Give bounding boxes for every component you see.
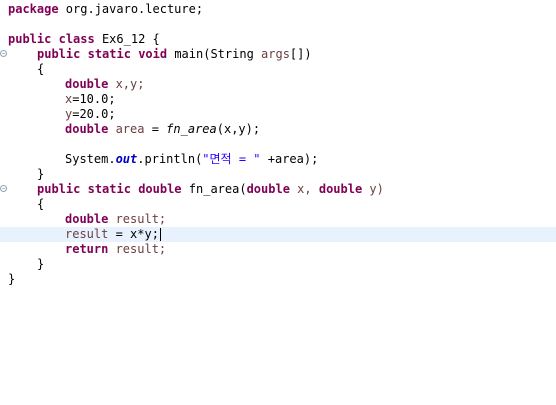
keyword: package: [8, 2, 59, 16]
code-line[interactable]: }: [0, 272, 556, 287]
keyword: double: [246, 182, 290, 196]
keyword: static: [87, 47, 131, 61]
code-text: org.javaro.lecture;: [58, 2, 204, 16]
code-text: }: [37, 167, 45, 181]
code-line[interactable]: {: [0, 197, 556, 212]
keyword: return: [65, 242, 109, 256]
code-text: {: [37, 197, 45, 211]
code-line[interactable]: y=20.0;: [0, 107, 556, 122]
local-variable: x,y;: [108, 77, 145, 91]
keyword: double: [65, 212, 109, 226]
code-line[interactable]: double x,y;: [0, 77, 556, 92]
code-line[interactable]: }: [0, 167, 556, 182]
code-text: =10.0;: [72, 92, 116, 106]
code-text: = x*y;: [108, 227, 159, 241]
code-text: }: [8, 272, 16, 286]
code-line[interactable]: }: [0, 257, 556, 272]
code-line[interactable]: x=10.0;: [0, 92, 556, 107]
keyword: class: [58, 32, 95, 46]
code-text: =: [144, 122, 167, 136]
method-call: fn_area: [166, 122, 217, 136]
code-line[interactable]: double area = fn_area(x,y);: [0, 122, 556, 137]
code-text: []): [289, 47, 312, 61]
string-literal: "면적 = ": [202, 152, 261, 166]
code-line[interactable]: public class Ex6_12 {: [0, 32, 556, 47]
keyword: double: [65, 77, 109, 91]
keyword: void: [138, 47, 168, 61]
keyword: double: [138, 182, 182, 196]
keyword: public: [37, 47, 81, 61]
code-text: {: [37, 62, 45, 76]
code-text: (x,y);: [216, 122, 261, 136]
code-text: }: [37, 257, 45, 271]
code-line[interactable]: public static void main(String args[]): [0, 47, 556, 62]
code-text: =20.0;: [72, 107, 116, 121]
current-code-line[interactable]: result = x*y;: [0, 227, 556, 242]
code-line[interactable]: public static double fn_area(double x, d…: [0, 182, 556, 197]
keyword: public: [8, 32, 52, 46]
code-text: fn_area(: [181, 182, 247, 196]
code-text: Ex6_12 {: [94, 32, 160, 46]
text-cursor: [159, 228, 161, 241]
keyword: double: [318, 182, 363, 196]
local-variable: result;: [108, 242, 167, 256]
local-variable: result: [65, 227, 109, 241]
code-line[interactable]: return result;: [0, 242, 556, 257]
code-line[interactable]: package org.javaro.lecture;: [0, 2, 556, 17]
code-line[interactable]: System.out.println("면적 = " +area);: [0, 152, 556, 167]
parameter: x,: [289, 182, 319, 196]
static-field: out: [115, 152, 138, 166]
parameter: y): [362, 182, 384, 196]
local-variable: result;: [108, 212, 167, 226]
code-text: main(String: [167, 47, 262, 61]
parameter: args: [261, 47, 290, 61]
code-line[interactable]: {: [0, 62, 556, 77]
code-editor[interactable]: − − package org.javaro.lecture; public c…: [0, 0, 556, 405]
code-text: +area);: [260, 152, 319, 166]
code-text: .println(: [137, 152, 203, 166]
code-text: System.: [65, 152, 116, 166]
local-variable: area: [108, 122, 145, 136]
keyword: static: [87, 182, 131, 196]
keyword: public: [37, 182, 81, 196]
keyword: double: [65, 122, 109, 136]
code-line[interactable]: double result;: [0, 212, 556, 227]
